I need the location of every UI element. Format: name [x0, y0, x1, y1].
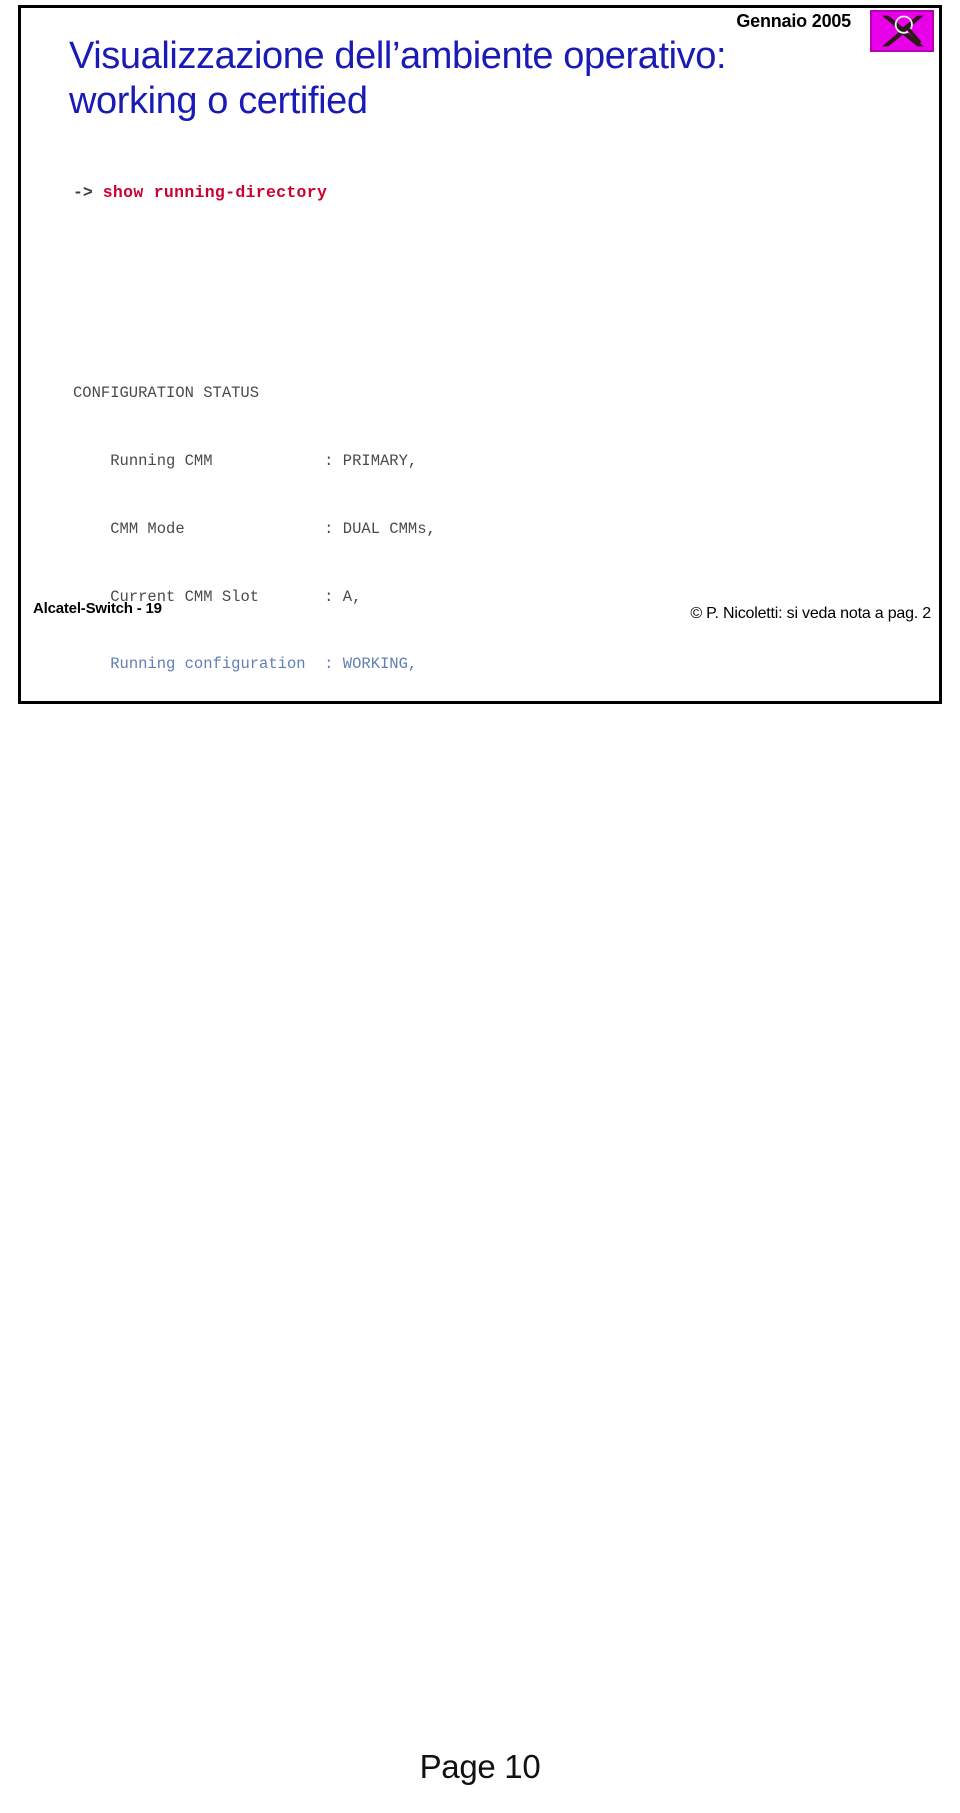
row-separator: : — [324, 587, 334, 606]
footer-left-label: Alcatel-Switch - 19 — [33, 600, 162, 617]
section-heading-configuration-status: CONFIGURATION STATUS — [73, 384, 260, 403]
table-row: Running configuration : WORKING, — [73, 653, 913, 676]
row-label: CMM Mode — [110, 519, 185, 538]
row-value: DUAL CMMs, — [342, 519, 436, 538]
row-value: PRIMARY, — [342, 452, 418, 471]
row-pad — [185, 520, 325, 538]
table-row: Running CMM : PRIMARY, — [73, 450, 913, 473]
row-label: Running CMM — [110, 452, 213, 471]
row-pad — [306, 655, 325, 673]
row-pad — [213, 452, 325, 470]
date-label: Gennaio 2005 — [736, 11, 851, 31]
row-label: Running configuration — [110, 655, 306, 674]
page-title-line-1: Visualizzazione dell’ambiente operativo: — [69, 35, 727, 77]
row-separator: : — [324, 655, 334, 674]
page-number: Page 10 — [419, 1748, 541, 1785]
row-pad — [259, 588, 324, 606]
table-row: CMM Mode : DUAL CMMs, — [73, 518, 913, 541]
row-separator: : — [324, 452, 334, 471]
footer-copyright: © P. Nicoletti: si veda nota a pag. 2 — [690, 605, 931, 622]
prompt-arrow-icon: -> — [73, 183, 93, 203]
slide-frame: Gennaio 2005 Visualizzazione dell’ambien… — [18, 5, 942, 704]
command-line: -> show running-directory — [73, 180, 913, 206]
row-value: WORKING, — [342, 655, 418, 674]
row-value: A, — [342, 587, 362, 606]
cli-command: show running-directory — [102, 183, 328, 203]
page-title: Visualizzazione dell’ambiente operativo:… — [69, 34, 909, 124]
page-title-line-2: working o certified — [69, 79, 368, 122]
row-separator: : — [324, 519, 334, 538]
